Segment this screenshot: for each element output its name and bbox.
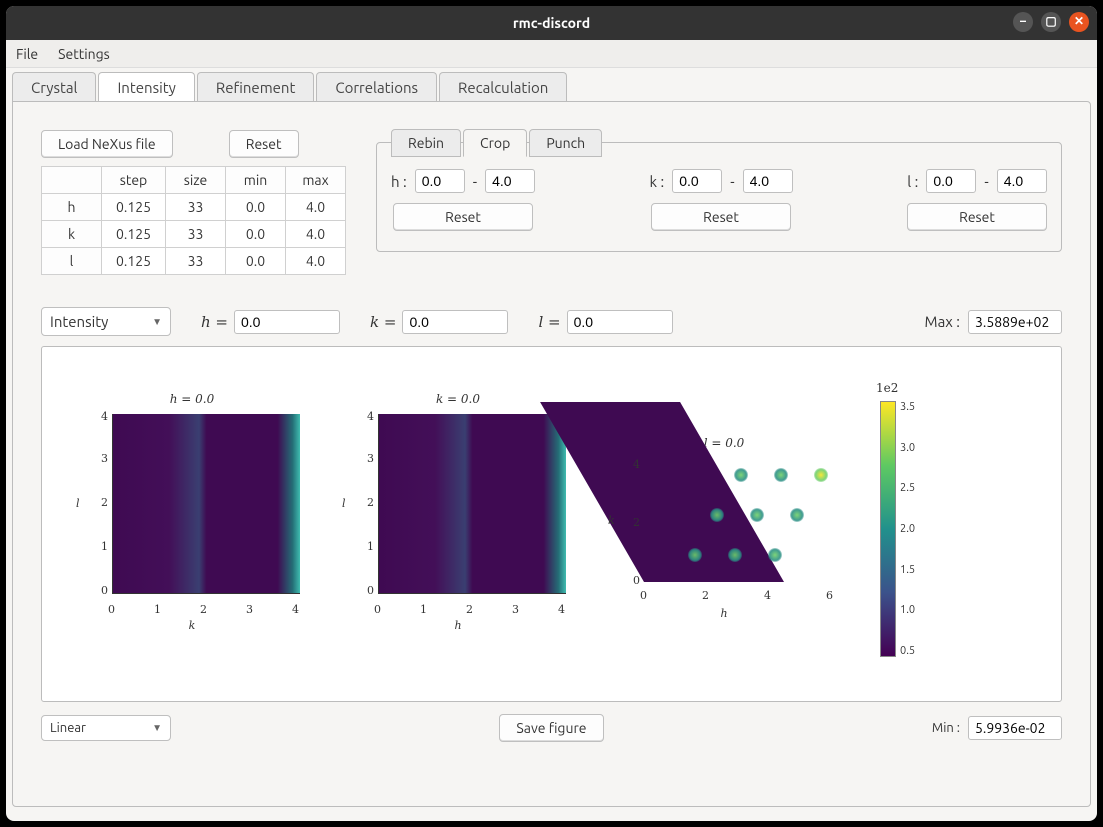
- colorbar-title: 1e2: [876, 381, 898, 395]
- k-size[interactable]: 33: [166, 221, 226, 248]
- tab-crop[interactable]: Crop: [463, 129, 527, 157]
- k-min[interactable]: 0.0: [226, 221, 286, 248]
- tab-refinement[interactable]: Refinement: [197, 72, 315, 102]
- plot-k-title: k = 0.0: [436, 392, 480, 406]
- mode-select-value: Intensity: [50, 313, 108, 330]
- menu-settings[interactable]: Settings: [58, 46, 110, 62]
- tab-punch[interactable]: Punch: [529, 129, 602, 157]
- scale-select-value: Linear: [50, 721, 86, 735]
- l-min[interactable]: 0.0: [226, 248, 286, 275]
- crop-h-lo[interactable]: [415, 169, 465, 193]
- h-max[interactable]: 4.0: [286, 194, 346, 221]
- min-label: Min :: [932, 721, 960, 735]
- reset-button[interactable]: Reset: [229, 130, 299, 158]
- close-icon[interactable]: ✕: [1069, 12, 1089, 32]
- l-step[interactable]: 0.125: [102, 248, 166, 275]
- minimize-icon[interactable]: –: [1013, 12, 1033, 32]
- crop-l-hi[interactable]: [997, 169, 1047, 193]
- crop-k-label: k :: [650, 173, 665, 190]
- h-step[interactable]: 0.125: [102, 194, 166, 221]
- plot-l-ylabel: k: [608, 514, 615, 527]
- table-row: k 0.125 33 0.0 4.0: [42, 221, 346, 248]
- crop-h-sep: -: [473, 173, 477, 190]
- intensity-panel: Load NeXus file Reset step size min max …: [12, 101, 1091, 807]
- crop-h-hi[interactable]: [485, 169, 535, 193]
- col-max: max: [286, 167, 346, 194]
- l-max[interactable]: 4.0: [286, 248, 346, 275]
- table-row: l 0.125 33 0.0 4.0: [42, 248, 346, 275]
- mode-select[interactable]: Intensity ▼: [41, 307, 171, 336]
- crop-panel: Rebin Crop Punch h : - Reset: [376, 142, 1062, 252]
- plot-h-ylabel: l: [76, 497, 80, 510]
- slice-k-input[interactable]: [402, 310, 508, 334]
- tab-correlations[interactable]: Correlations: [316, 72, 437, 102]
- menu-file[interactable]: File: [16, 46, 38, 62]
- col-size: size: [166, 167, 226, 194]
- slice-l-input[interactable]: [567, 310, 673, 334]
- plot-l-xlabel: h: [720, 607, 727, 620]
- tab-rebin[interactable]: Rebin: [391, 129, 461, 157]
- plot-h: h = 0.0 4 3 2 1 0 0 1 2 3 4 l k: [72, 392, 312, 672]
- crop-l-label: l :: [907, 173, 918, 190]
- plot-l-title: l = 0.0: [704, 436, 745, 450]
- table-corner: [42, 167, 102, 194]
- h-min[interactable]: 0.0: [226, 194, 286, 221]
- plot-l: l = 0.0: [604, 432, 844, 672]
- l-size[interactable]: 33: [166, 248, 226, 275]
- load-nexus-button[interactable]: Load NeXus file: [41, 130, 173, 158]
- row-k: k: [42, 221, 102, 248]
- slice-h-label: h =: [201, 313, 228, 331]
- max-value[interactable]: [968, 310, 1062, 334]
- scale-select[interactable]: Linear ▼: [41, 715, 171, 741]
- plot-h-xlabel: k: [189, 619, 196, 632]
- titlebar: rmc-discord – ▢ ✕: [6, 6, 1097, 40]
- save-figure-button[interactable]: Save figure: [499, 714, 603, 742]
- chevron-down-icon: ▼: [152, 316, 162, 328]
- window-title: rmc-discord: [513, 15, 590, 31]
- tab-crystal[interactable]: Crystal: [12, 72, 96, 102]
- crop-k-sep: -: [730, 173, 734, 190]
- table-row: h 0.125 33 0.0 4.0: [42, 194, 346, 221]
- plot-area: h = 0.0 4 3 2 1 0 0 1 2 3 4 l k: [41, 346, 1062, 702]
- crop-k-reset-button[interactable]: Reset: [651, 203, 791, 231]
- row-h: h: [42, 194, 102, 221]
- max-label: Max :: [925, 313, 960, 330]
- k-step[interactable]: 0.125: [102, 221, 166, 248]
- maximize-icon[interactable]: ▢: [1041, 12, 1061, 32]
- col-step: step: [102, 167, 166, 194]
- crop-k-lo[interactable]: [672, 169, 722, 193]
- plot-k: k = 0.0 4 3 2 1 0 0 1 2 3 4 l h: [338, 392, 578, 672]
- row-l: l: [42, 248, 102, 275]
- min-value[interactable]: [968, 716, 1062, 740]
- axis-table: step size min max h 0.125 33 0.0 4.0: [41, 166, 346, 275]
- slice-l-label: l =: [538, 313, 560, 331]
- menubar: File Settings: [6, 40, 1097, 68]
- crop-l-reset-button[interactable]: Reset: [907, 203, 1047, 231]
- slice-k-label: k =: [370, 313, 396, 331]
- k-max[interactable]: 4.0: [286, 221, 346, 248]
- col-min: min: [226, 167, 286, 194]
- tab-recalculation[interactable]: Recalculation: [439, 72, 567, 102]
- slice-h-input[interactable]: [234, 310, 340, 334]
- chevron-down-icon: ▼: [152, 722, 162, 734]
- crop-h-reset-button[interactable]: Reset: [393, 203, 533, 231]
- crop-h-label: h :: [391, 173, 407, 190]
- tab-intensity[interactable]: Intensity: [98, 72, 194, 102]
- app-window: rmc-discord – ▢ ✕ File Settings Crystal …: [6, 6, 1097, 821]
- main-tab-row: Crystal Intensity Refinement Correlation…: [12, 72, 1091, 102]
- h-size[interactable]: 33: [166, 194, 226, 221]
- colorbar: 1e2 3.5 3.0 2.5 2.0 1.5 1.0 0.5: [870, 387, 950, 677]
- crop-l-sep: -: [984, 173, 988, 190]
- crop-k-hi[interactable]: [743, 169, 793, 193]
- crop-l-lo[interactable]: [926, 169, 976, 193]
- plot-h-title: h = 0.0: [170, 392, 215, 406]
- plot-k-ylabel: l: [342, 497, 346, 510]
- plot-k-xlabel: h: [454, 619, 461, 632]
